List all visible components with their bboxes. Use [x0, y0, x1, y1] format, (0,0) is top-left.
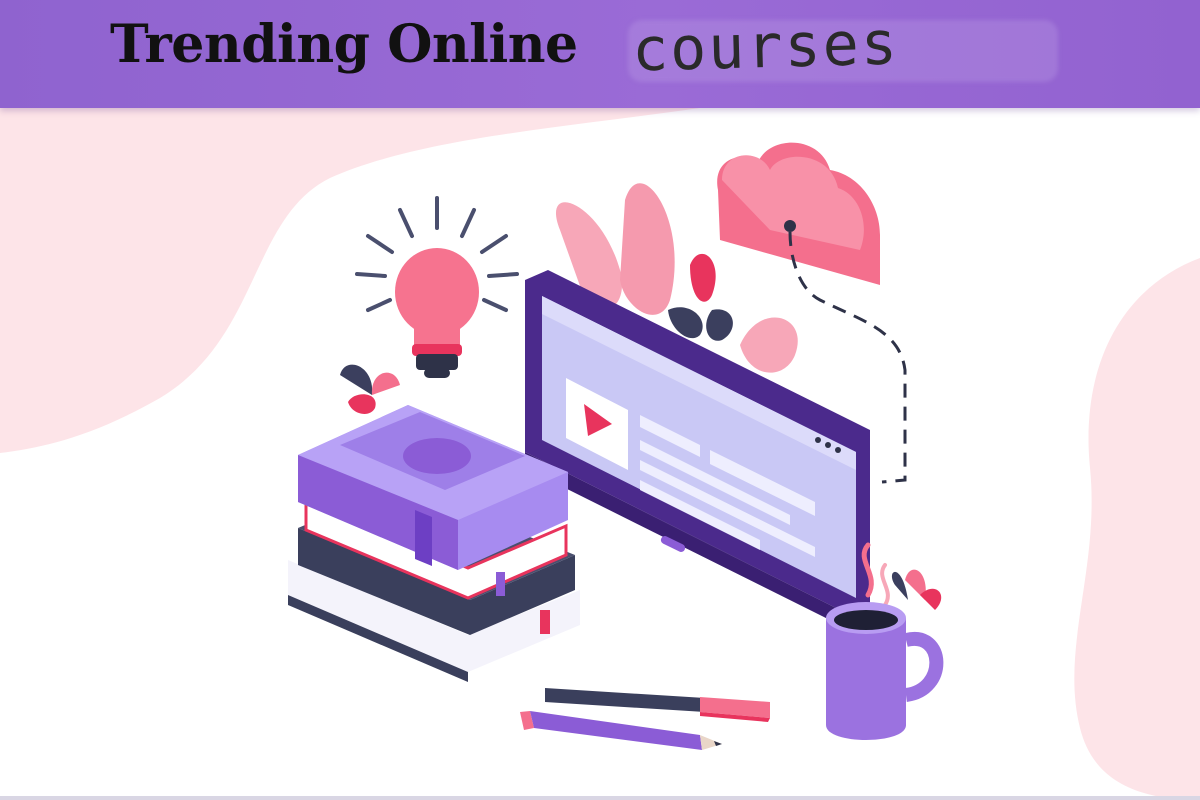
bottom-border [0, 796, 1200, 800]
lightbulb-icon [355, 196, 519, 378]
pencil-icon [520, 711, 722, 750]
pen-icon [545, 688, 770, 722]
online-learning-illustration [288, 142, 944, 750]
leaf-icon [340, 364, 400, 414]
